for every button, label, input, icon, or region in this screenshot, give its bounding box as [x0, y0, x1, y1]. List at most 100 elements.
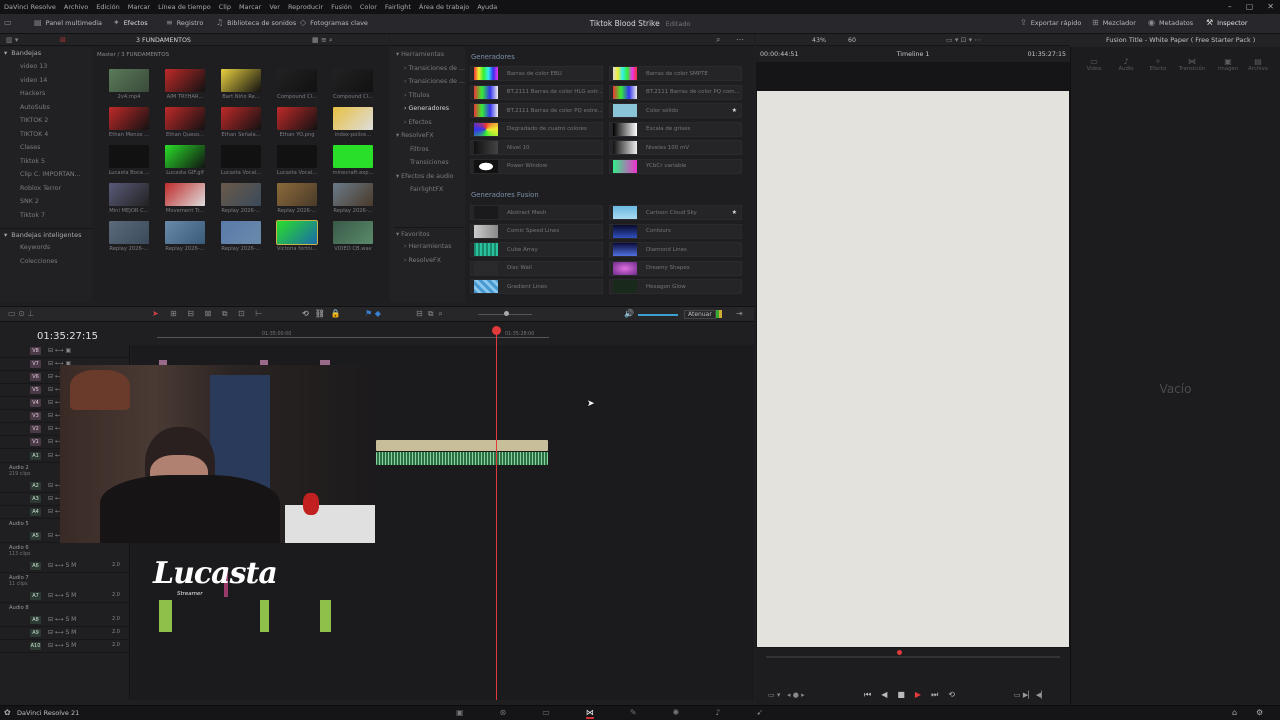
- effects-tree-item[interactable]: › Efectos: [394, 116, 465, 130]
- smart-bin-item[interactable]: Keywords: [0, 241, 92, 255]
- inspector-button[interactable]: ⚒ Inspector: [1206, 18, 1248, 27]
- generator-item[interactable]: Disc Wall: [470, 260, 603, 276]
- favorite-star-icon[interactable]: ★: [732, 209, 737, 216]
- track-controls-icon[interactable]: ⊟ ⟷ ▣: [48, 347, 71, 354]
- quick-export-button[interactable]: ⇪ Exportar rápido: [1020, 18, 1081, 27]
- effects-tree-item[interactable]: › Transiciones de ...: [394, 62, 465, 76]
- generator-item[interactable]: BT.2111 Barras de color HLG estr...: [470, 84, 603, 100]
- inspector-tab-image[interactable]: ▣ Imagen: [1213, 57, 1243, 72]
- scrub-bar[interactable]: [766, 656, 1060, 658]
- generator-item[interactable]: Cartoon Cloud Sky ★: [609, 205, 742, 220]
- bin-item[interactable]: Tiktok 5: [0, 155, 92, 169]
- media-clip[interactable]: Replay 2026-...: [217, 221, 265, 255]
- generator-item[interactable]: YCbCr variable: [609, 158, 742, 174]
- edit-page-active-icon[interactable]: ⋈: [585, 708, 594, 719]
- toggle-panels-icon[interactable]: ▭: [4, 18, 12, 27]
- flag-icon[interactable]: ⊠: [60, 36, 66, 44]
- media-clip[interactable]: Mini MEJOR C...: [105, 183, 153, 217]
- generator-item[interactable]: Cube Array: [470, 242, 603, 257]
- viewer-zoom[interactable]: 43%: [812, 37, 826, 44]
- viewer-frame[interactable]: [757, 91, 1069, 647]
- volume-slider[interactable]: [638, 314, 678, 316]
- media-clip[interactable]: VIDEO CB.wav: [329, 221, 377, 255]
- effects-tree-item-active[interactable]: › Generadores: [394, 102, 465, 116]
- smart-bins-header[interactable]: ▾ Bandejas inteligentes: [0, 228, 92, 241]
- play-icon[interactable]: ▶: [915, 690, 921, 700]
- bin-item[interactable]: Hackers: [0, 87, 92, 101]
- effects-tree-item[interactable]: ▾ Herramientas: [394, 48, 465, 62]
- audio-clip-small[interactable]: [260, 600, 269, 632]
- timeline-options-icon[interactable]: ⇥: [736, 309, 743, 318]
- media-pool-button[interactable]: ▤ Panel multimedia: [34, 18, 102, 27]
- generator-item[interactable]: Color sólido ★: [609, 103, 742, 118]
- bin-item[interactable]: TIKTOK 2: [0, 114, 92, 128]
- menu-item[interactable]: Reproducir: [288, 3, 323, 11]
- media-clip[interactable]: Ethan YO.png: [273, 107, 321, 141]
- keyframes-button[interactable]: ◇ Fotogramas clave: [300, 18, 368, 27]
- bin-item[interactable]: Roblox Terror: [0, 182, 92, 196]
- media-clip[interactable]: Lucasta GIF.gif: [161, 145, 209, 179]
- generator-item[interactable]: Nivel 10: [470, 140, 603, 155]
- menu-item[interactable]: Marcar: [128, 3, 150, 11]
- audio-track-header[interactable]: A10 ⊟ ⟷ S M 2.0: [0, 640, 130, 653]
- media-clip[interactable]: Replay 2026-...: [329, 183, 377, 217]
- home-icon[interactable]: ⌂: [1232, 708, 1237, 717]
- minimize-icon[interactable]: –: [1228, 2, 1232, 11]
- generator-item[interactable]: Contours: [609, 223, 742, 239]
- media-clip[interactable]: index-police...: [329, 107, 377, 141]
- effects-tree-item[interactable]: Transiciones: [394, 156, 465, 170]
- media-clip[interactable]: Replay 2026-...: [161, 221, 209, 255]
- more-icon[interactable]: ⋯: [736, 35, 744, 44]
- favorites-header[interactable]: ▾ Favoritos: [394, 226, 465, 241]
- menu-item[interactable]: DaVinci Resolve: [4, 3, 56, 11]
- menu-item[interactable]: Fairlight: [385, 3, 411, 11]
- media-clip[interactable]: Lucasta Boca ...: [105, 145, 153, 179]
- go-to-end-icon[interactable]: ⏭: [931, 690, 938, 700]
- audio-clip-small[interactable]: [159, 600, 172, 632]
- favorite-star-icon[interactable]: ★: [732, 107, 737, 114]
- viewer-mode-icon[interactable]: ▭ ▾ ◂ ● ▸: [768, 691, 805, 699]
- generator-item[interactable]: Barras de color EBU: [470, 66, 603, 81]
- track-controls-icon[interactable]: ⊟ ⟷ S M: [48, 629, 76, 636]
- menu-item[interactable]: Marcar: [239, 3, 261, 11]
- generator-item[interactable]: Escala de grises: [609, 121, 742, 137]
- menu-item[interactable]: Clip: [219, 3, 231, 11]
- media-clip[interactable]: Compound Cl...: [329, 69, 377, 103]
- audio-meter-icon[interactable]: [716, 310, 722, 318]
- mixer-button[interactable]: ⊞ Mezclador: [1092, 18, 1136, 27]
- stop-icon[interactable]: ■: [897, 690, 905, 700]
- media-clip[interactable]: Replay 2026-...: [273, 183, 321, 217]
- media-clip[interactable]: Ethan Queso...: [161, 107, 209, 141]
- generator-item[interactable]: BT.2111 Barras de color PQ estre...: [470, 103, 603, 118]
- fairlight-page-icon[interactable]: ♪: [715, 708, 720, 719]
- inspector-tab-video[interactable]: ▭ Video: [1079, 57, 1109, 72]
- bin-item[interactable]: Clip C. IMPORTAN...: [0, 168, 92, 182]
- media-clip[interactable]: Lucasta Vocal...: [217, 145, 265, 179]
- menu-item[interactable]: Área de trabajo: [419, 3, 469, 11]
- bins-header[interactable]: ▾ Bandejas: [0, 47, 92, 60]
- grid-view-icon[interactable]: ▦ ≡ ⌕: [312, 36, 333, 45]
- inspector-tab-file[interactable]: ▤ Archivo: [1243, 57, 1273, 72]
- bin-item[interactable]: TIKTOK 4: [0, 128, 92, 142]
- generator-item[interactable]: Diamond Lines: [609, 242, 742, 257]
- go-to-start-icon[interactable]: ⏮: [864, 690, 871, 700]
- audio-track-header[interactable]: Audio 8 A8 ⊟ ⟷ S M 2.0: [0, 603, 130, 627]
- viewer-fps[interactable]: 60: [848, 37, 856, 44]
- track-controls-icon[interactable]: ⊟ ⟷ S M: [48, 616, 76, 623]
- timeline-name[interactable]: Timeline 1: [897, 51, 930, 58]
- audio-track-header[interactable]: A9 ⊟ ⟷ S M 2.0: [0, 627, 130, 640]
- metadata-button[interactable]: ◉ Metadatos: [1148, 18, 1193, 27]
- match-frame-icon[interactable]: ▭ ▶▏ ◀▏: [1014, 691, 1047, 699]
- bin-item[interactable]: SNK 2: [0, 195, 92, 209]
- smart-bin-item[interactable]: Colecciones: [0, 255, 92, 269]
- snap-link-icons[interactable]: ⟲⛓🔒: [302, 309, 347, 318]
- bin-item[interactable]: Tiktok 7: [0, 209, 92, 223]
- menu-item[interactable]: Color: [360, 3, 377, 11]
- generator-item[interactable]: Power Window: [470, 158, 603, 174]
- audio-track-header[interactable]: Audio 7 11 clips A7 ⊟ ⟷ S M 2.0: [0, 573, 130, 603]
- playhead[interactable]: [496, 329, 497, 700]
- index-button[interactable]: ≡ Registro: [166, 18, 203, 27]
- effects-tree-item[interactable]: ▾ Efectos de audio: [394, 170, 465, 184]
- generator-item[interactable]: Barras de color SMPTE: [609, 66, 742, 81]
- effects-tree-item[interactable]: › Títulos: [394, 89, 465, 103]
